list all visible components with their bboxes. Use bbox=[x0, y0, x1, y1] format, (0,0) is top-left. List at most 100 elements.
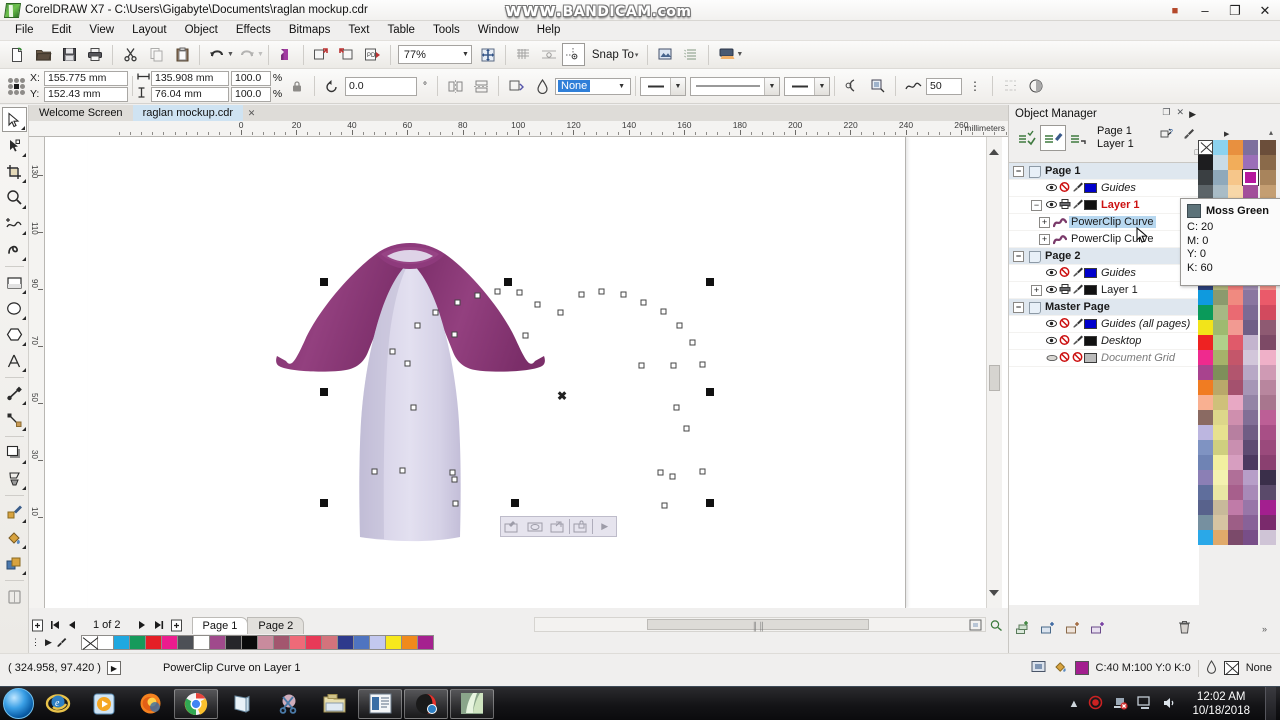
palette-swatch[interactable] bbox=[145, 635, 162, 650]
menu-table[interactable]: Table bbox=[378, 21, 424, 40]
vertical-ruler[interactable]: 130 110 90 70 50 30 10 bbox=[29, 137, 45, 608]
palette-swatch[interactable] bbox=[1198, 320, 1213, 335]
canvas-horizontal-scrollbar[interactable]: ║║ bbox=[534, 617, 986, 632]
show-desktop-button[interactable] bbox=[1265, 687, 1276, 720]
palette-expand-button[interactable]: » bbox=[1262, 624, 1267, 634]
pick-tool[interactable] bbox=[1, 107, 27, 132]
curve-smoothness-stepper[interactable]: ⋮ bbox=[962, 74, 988, 98]
palette-swatch[interactable] bbox=[1243, 530, 1258, 545]
palette-swatch[interactable] bbox=[337, 635, 354, 650]
parallel-dimension-tool[interactable] bbox=[2, 381, 27, 406]
layer-printable-icon[interactable] bbox=[1058, 198, 1071, 212]
outline-tool[interactable] bbox=[2, 584, 27, 609]
eyedropper-icon[interactable] bbox=[55, 635, 68, 650]
new-layer-button[interactable] bbox=[1015, 620, 1031, 638]
palette-swatch[interactable] bbox=[1260, 500, 1276, 515]
layer-editable-icon[interactable] bbox=[1071, 199, 1084, 212]
palette-swatch[interactable] bbox=[1260, 290, 1276, 305]
palette-swatch[interactable] bbox=[1213, 350, 1228, 365]
palette-swatch[interactable] bbox=[1213, 320, 1228, 335]
palette-swatch-none[interactable] bbox=[1198, 140, 1213, 155]
layer-color-chip[interactable] bbox=[1084, 336, 1097, 346]
palette-swatch[interactable] bbox=[1213, 410, 1228, 425]
palette-swatch[interactable] bbox=[321, 635, 338, 650]
taskbar-chrome[interactable] bbox=[174, 688, 218, 719]
palette-swatch[interactable] bbox=[305, 635, 322, 650]
rotation-angle-input[interactable]: 0.0 bbox=[345, 76, 417, 96]
raglan-tshirt-artwork[interactable]: ✖ bbox=[45, 137, 1008, 608]
palette-swatch[interactable] bbox=[1213, 515, 1228, 530]
page-tab-page-2[interactable]: Page 2 bbox=[247, 616, 305, 634]
object-manager-object-row[interactable]: + PowerClip Curve bbox=[1009, 214, 1199, 231]
object-manager-page-row[interactable]: − Page 1 bbox=[1009, 163, 1199, 180]
tree-expander-icon[interactable]: − bbox=[1013, 301, 1024, 313]
palette-swatch[interactable] bbox=[1228, 515, 1243, 530]
palette-grip-icon[interactable]: ⋮ bbox=[29, 635, 42, 650]
palette-swatch[interactable] bbox=[1260, 485, 1276, 500]
print-button[interactable] bbox=[82, 43, 108, 67]
palette-swatch[interactable] bbox=[1243, 365, 1258, 380]
snap-to-label[interactable]: Snap To bbox=[585, 49, 638, 61]
user-account-icon[interactable]: ■ bbox=[1160, 0, 1190, 21]
scale-height-input[interactable]: 100.0 bbox=[231, 86, 271, 102]
object-manager-object-row[interactable]: + PowerClip Curve bbox=[1009, 231, 1199, 248]
palette-swatch[interactable] bbox=[1228, 530, 1243, 545]
object-manager-page-row[interactable]: − Page 2 bbox=[1009, 248, 1199, 265]
tree-expander-icon[interactable]: + bbox=[1039, 233, 1050, 245]
drop-shadow-tool[interactable] bbox=[2, 440, 27, 465]
flyout-arrow-icon[interactable] bbox=[21, 519, 26, 523]
scroll-up-arrow-icon[interactable] bbox=[989, 149, 999, 155]
horizontal-ruler[interactable]: millimeters 0 20 40 60 80 100 120 140 160 180 200 2… bbox=[29, 121, 1008, 137]
object-manager-layer-row[interactable]: − Layer 1 bbox=[1009, 197, 1199, 214]
document-tab-welcome-screen[interactable]: Welcome Screen bbox=[29, 105, 133, 121]
layer-color-chip[interactable] bbox=[1084, 200, 1097, 210]
palette-swatch[interactable] bbox=[1198, 155, 1213, 170]
select-contents-icon[interactable] bbox=[524, 517, 547, 536]
edit-across-layers-button[interactable] bbox=[1040, 125, 1066, 151]
palette-swatch[interactable] bbox=[1260, 470, 1276, 485]
palette-swatch[interactable] bbox=[1213, 290, 1228, 305]
palette-swatch[interactable] bbox=[1198, 515, 1213, 530]
export-office-button[interactable] bbox=[334, 43, 360, 67]
x-position-input[interactable]: 155.775 mm bbox=[44, 70, 128, 86]
fullscreen-preview-button[interactable] bbox=[475, 43, 501, 67]
open-document-button[interactable] bbox=[30, 43, 56, 67]
document-options-button[interactable] bbox=[678, 43, 704, 67]
last-page-button[interactable] bbox=[151, 617, 168, 633]
chevron-down-icon[interactable]: ▼ bbox=[670, 77, 685, 95]
menu-window[interactable]: Window bbox=[469, 21, 528, 40]
convert-outline-to-object-button[interactable] bbox=[839, 74, 865, 98]
palette-swatch[interactable] bbox=[1198, 530, 1213, 545]
layer-editable-icon[interactable] bbox=[1071, 335, 1084, 348]
layer-not-printable-icon[interactable] bbox=[1058, 317, 1071, 331]
palette-swatch[interactable] bbox=[1243, 320, 1258, 335]
layer-visibility-icon[interactable] bbox=[1045, 183, 1058, 194]
edit-fill-button[interactable] bbox=[997, 74, 1023, 98]
transparency-button[interactable] bbox=[1023, 74, 1049, 98]
object-manager-layer-row[interactable]: Desktop bbox=[1009, 333, 1199, 350]
wrap-paragraph-text-button[interactable] bbox=[503, 74, 529, 98]
palette-swatch[interactable] bbox=[97, 635, 114, 650]
flyout-arrow-icon[interactable] bbox=[21, 460, 26, 464]
horizontal-scroll-thumb[interactable]: ║║ bbox=[647, 619, 869, 631]
previous-page-button[interactable] bbox=[63, 617, 80, 633]
palette-swatch[interactable] bbox=[1228, 290, 1243, 305]
palette-swatch[interactable] bbox=[1260, 380, 1276, 395]
palette-swatch[interactable] bbox=[1243, 440, 1258, 455]
new-master-layer-even-button[interactable] bbox=[1065, 620, 1081, 638]
palette-swatch[interactable] bbox=[1228, 140, 1243, 155]
object-manager-layer-row[interactable]: Document Grid bbox=[1009, 350, 1199, 367]
restore-button[interactable]: ❐ bbox=[1220, 0, 1250, 21]
palette-swatch[interactable] bbox=[401, 635, 418, 650]
palette-swatch[interactable] bbox=[1260, 395, 1276, 410]
palette-swatch[interactable] bbox=[385, 635, 402, 650]
palette-swatch[interactable] bbox=[1243, 290, 1258, 305]
palette-swatch[interactable] bbox=[1213, 485, 1228, 500]
flyout-arrow-icon[interactable] bbox=[21, 179, 26, 183]
palette-swatch[interactable] bbox=[1198, 440, 1213, 455]
network-error-icon[interactable] bbox=[1112, 695, 1129, 713]
crop-bitmap-button[interactable] bbox=[865, 74, 891, 98]
palette-swatch[interactable] bbox=[1198, 290, 1213, 305]
palette-scroll-up-button[interactable]: ▴ bbox=[1264, 128, 1278, 139]
chevron-down-icon[interactable]: ▼ bbox=[618, 83, 628, 90]
